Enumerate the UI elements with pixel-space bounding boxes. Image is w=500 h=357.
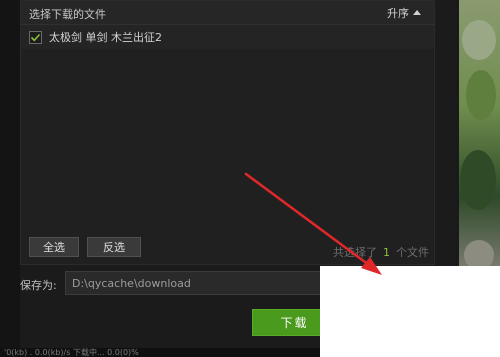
- panel-header: 选择下载的文件 升序: [21, 1, 434, 25]
- file-list-item[interactable]: 太极剑 单剑 木兰出征2: [21, 25, 434, 49]
- file-name: 太极剑 单剑 木兰出征2: [49, 31, 162, 44]
- select-all-button[interactable]: 全选: [29, 237, 79, 257]
- white-overlay-area: [320, 266, 500, 357]
- invert-selection-button[interactable]: 反选: [87, 237, 141, 257]
- selected-count: 1: [383, 246, 390, 259]
- check-icon: [30, 33, 41, 41]
- sort-label: 升序: [387, 7, 409, 20]
- save-as-label: 保存为:: [20, 279, 57, 292]
- caret-up-icon: [413, 10, 421, 15]
- save-path-input[interactable]: [65, 271, 360, 295]
- file-checkbox[interactable]: [29, 30, 42, 44]
- selection-summary: 共选择了 1 个文件: [333, 244, 429, 260]
- left-edge-strip: [0, 0, 20, 357]
- panel-title: 选择下载的文件: [29, 8, 106, 21]
- sort-ascending-button[interactable]: 升序: [387, 5, 421, 21]
- summary-suffix: 个文件: [396, 246, 429, 259]
- file-selection-panel: 选择下载的文件 升序 太极剑 单剑 木兰出征2 全选 反选 共选择了 1 个文件: [20, 0, 435, 265]
- download-status-text: '0(kb) . 0.0(kb)/s 下载中... 0.0(0)%: [0, 348, 320, 357]
- summary-prefix: 共选择了: [333, 246, 377, 259]
